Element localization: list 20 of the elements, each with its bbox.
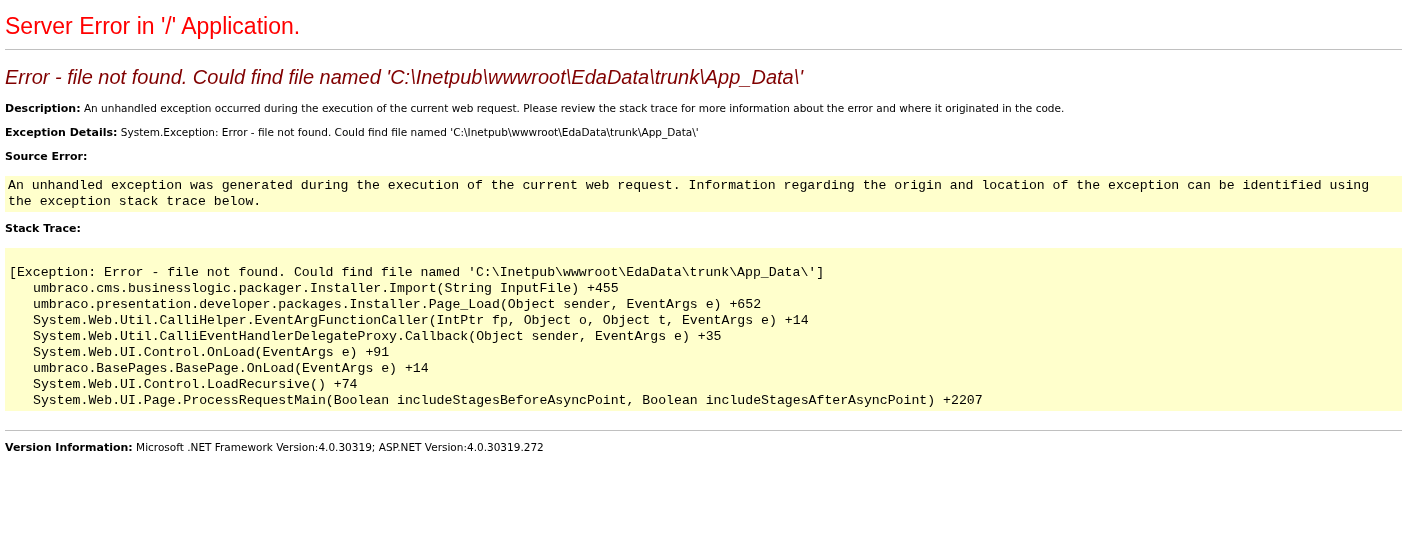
stack-frame: System.Web.UI.Control.LoadRecursive() +74 bbox=[9, 377, 1398, 393]
source-error-text: An unhandled exception was generated during the execution of the current web request. Information regarding the origin and location of the exception can be identified using the exception stack trace below. bbox=[8, 178, 1370, 209]
field-label: Exception Details: bbox=[5, 126, 118, 139]
stack-frame: System.Web.Util.CalliEventHandlerDelegateProxy.Callback(Object sender, EventArgs e) +35 bbox=[9, 329, 1398, 345]
stack-frame: System.Web.UI.Page.ProcessRequestMain(Boolean includeStagesBeforeAsyncPoint, Boolean includeStagesAfterAsyncPoint) +2207 bbox=[9, 393, 1398, 409]
stack-frame: System.Web.Util.CalliHelper.EventArgFunctionCaller(IntPtr fp, Object o, Object t, EventArgs e) +14 bbox=[9, 313, 1398, 329]
exception-line: [Exception: Error - file not found. Could find file named 'C:\Inetpub\wwwroot\EdaData\trunk\App_Data\'] bbox=[9, 265, 826, 281]
stack-frame: umbraco.presentation.developer.packages.Installer.Page_Load(Object sender, EventArgs e) +652 bbox=[9, 297, 1398, 313]
field-label: Source Error: bbox=[5, 150, 88, 163]
field-label: Version Information: bbox=[5, 441, 133, 454]
version-text: Microsoft .NET Framework Version:4.0.30319; ASP.NET Version:4.0.30319.272 bbox=[136, 441, 544, 453]
stack-frame: umbraco.BasePages.BasePage.OnLoad(EventArgs e) +14 bbox=[9, 361, 1398, 377]
exception-text: System.Exception: Error - file not found. Could find file named 'C:\Inetpub\wwwroot\EdaData\trunk\App_Data\' bbox=[120, 126, 699, 138]
stack-frame: System.Web.UI.Control.OnLoad(EventArgs e) +91 bbox=[9, 345, 1398, 361]
stack-frame: umbraco.cms.businesslogic.packager.Installer.Import(String InputFile) +455 bbox=[9, 281, 1398, 297]
page-title: Server Error in '/' Application. bbox=[5, 12, 302, 40]
error-heading: Error - file not found. Could find file named 'C:\Inetpub\wwwroot\EdaData\trunk\App_Data\' bbox=[5, 65, 805, 90]
description-text: An unhandled exception occurred during the execution of the current web request. Please review the stack trace for more information about the error and where it originated in the code. bbox=[83, 102, 1065, 114]
field-label: Description: bbox=[5, 102, 81, 115]
field-label: Stack Trace: bbox=[5, 222, 81, 235]
